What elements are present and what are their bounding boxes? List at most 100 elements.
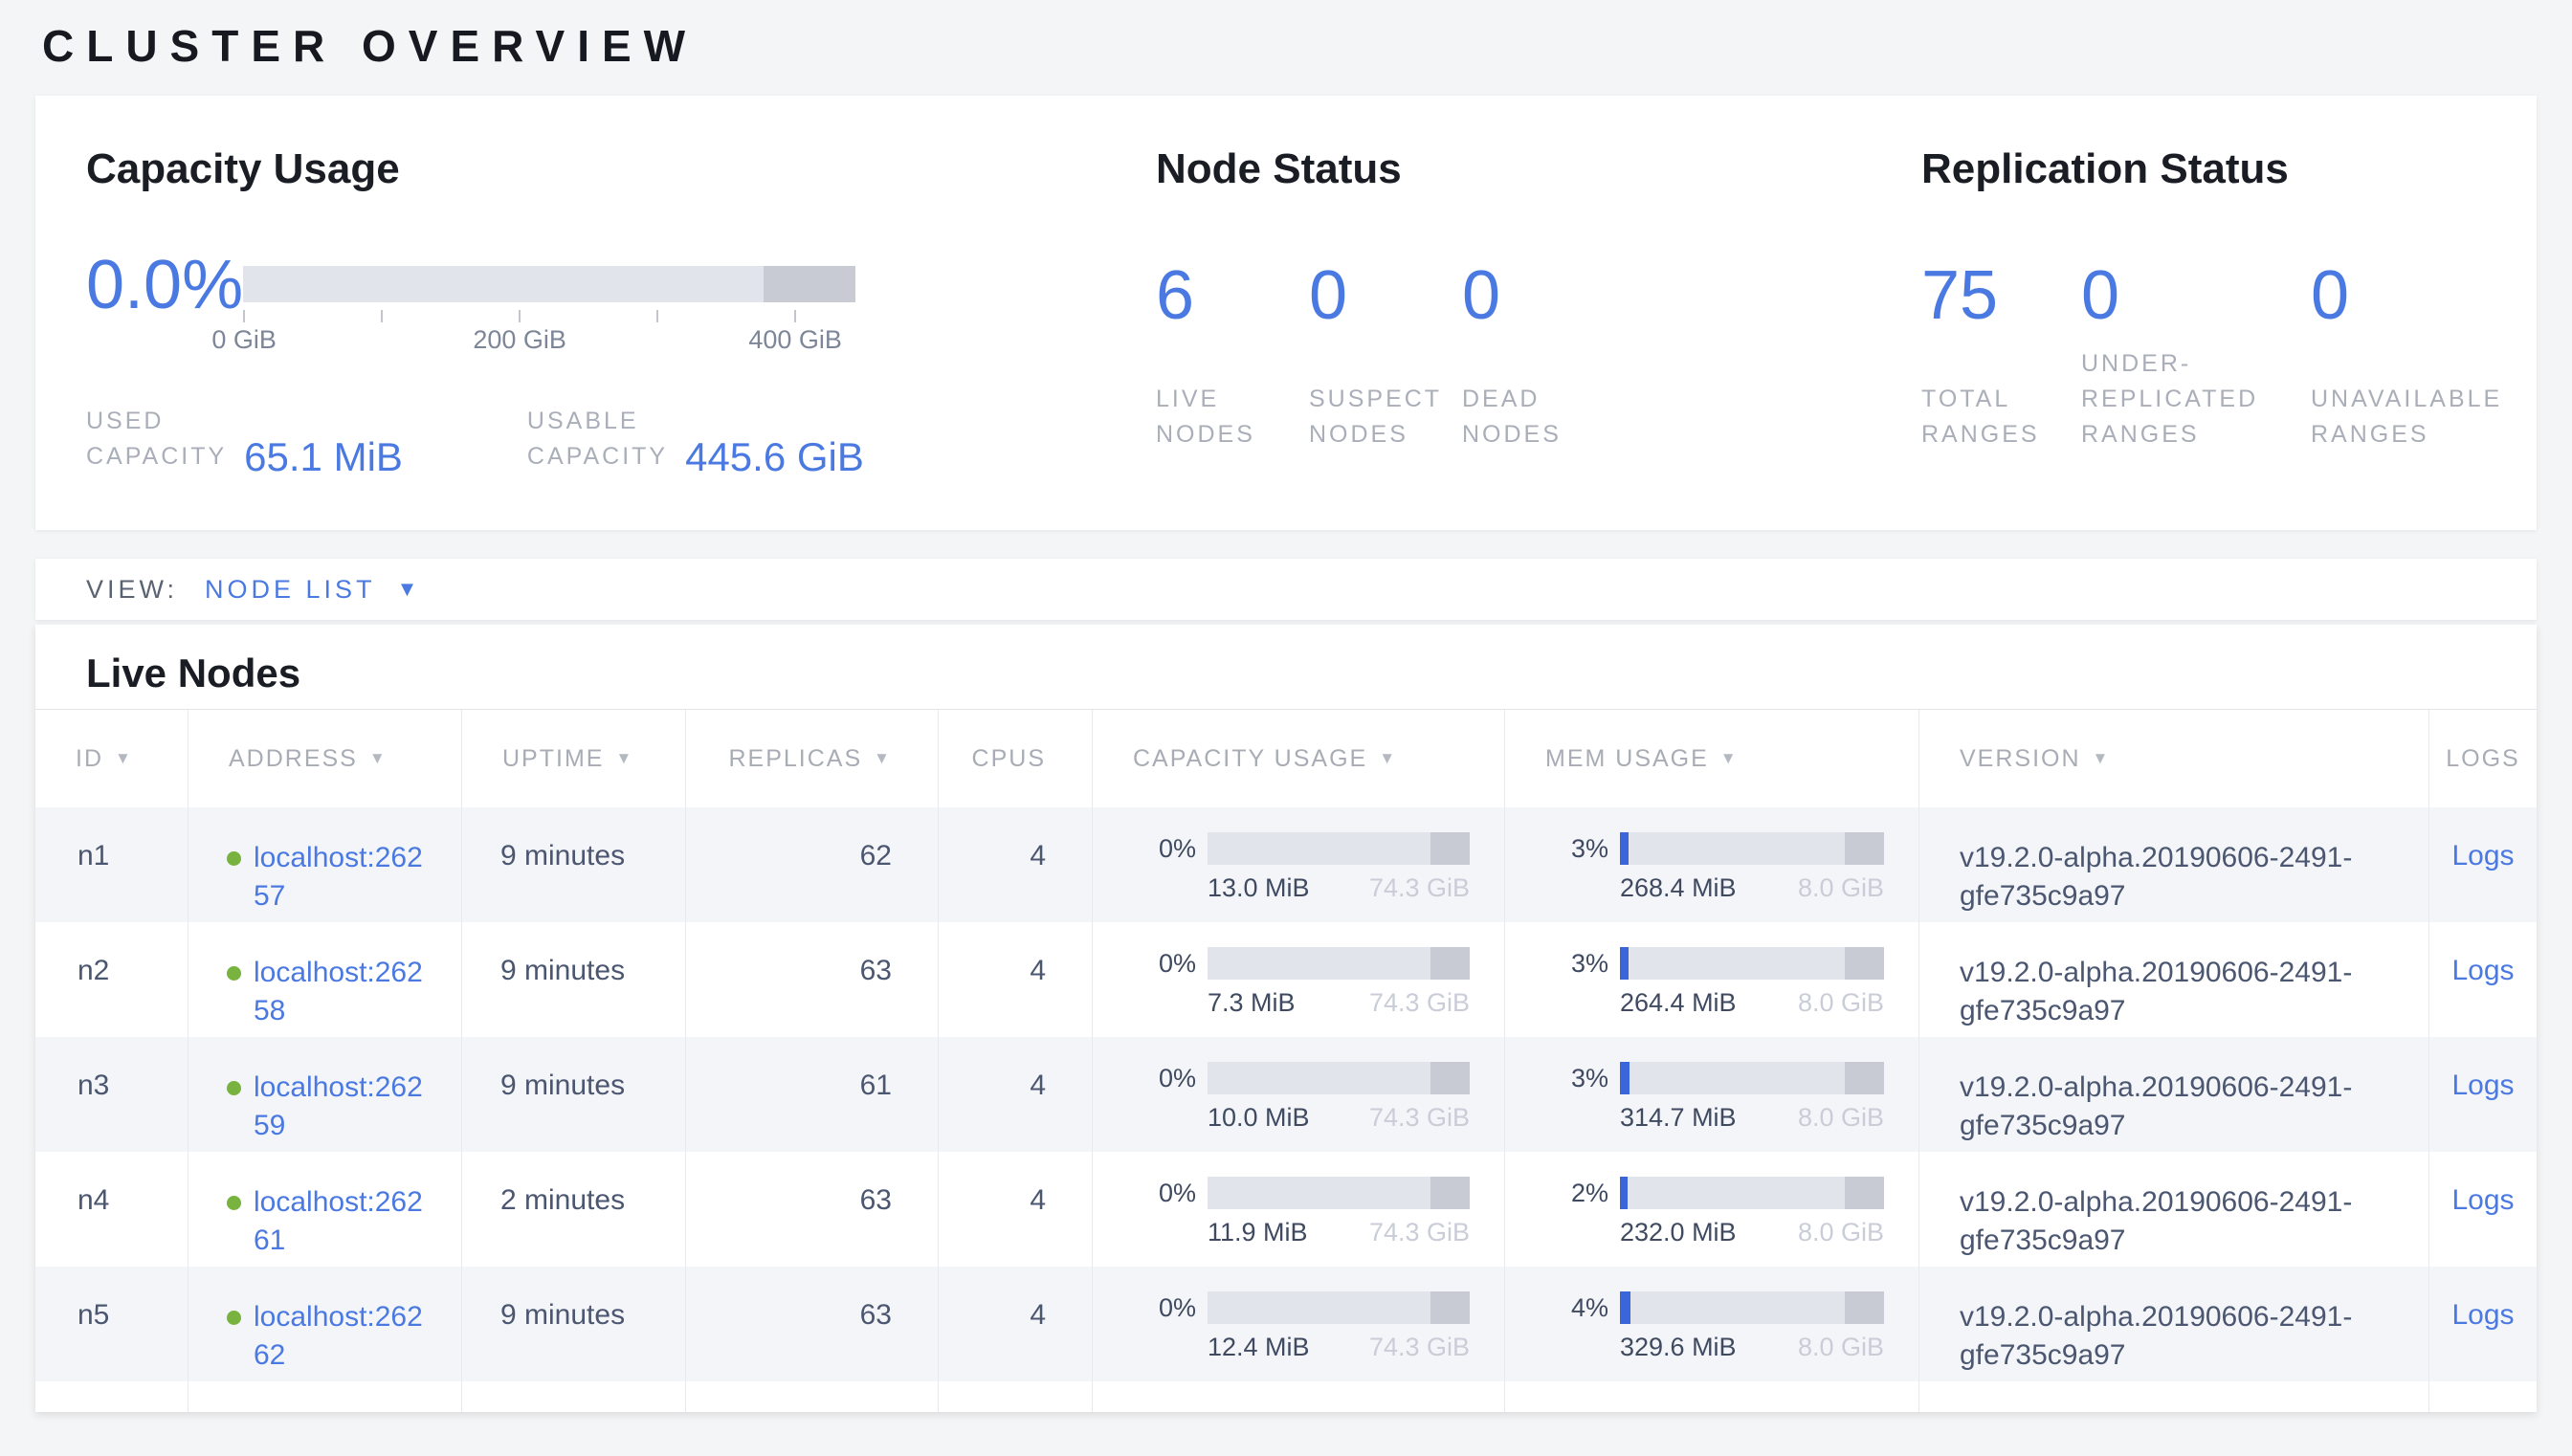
under-replicated-ranges-label: UNDER-REPLICATEDRANGES: [2081, 346, 2311, 452]
view-bar: VIEW: NODE LIST ▼: [35, 559, 2537, 620]
mem-bar-dark-segment: [1845, 832, 1884, 865]
axis-label-400gib: 400 GiB: [748, 325, 842, 355]
node-address-cell: localhost:262 61: [188, 1152, 462, 1267]
capacity-axis-labels: 0 GiB 200 GiB 400 GiB: [243, 325, 855, 356]
mem-percent: 3%: [1566, 834, 1608, 864]
view-label: VIEW:: [86, 575, 178, 605]
mem-usage-cell: 4% 329.6 MiB 8.0 GiB: [1505, 1267, 1919, 1381]
table-header-row: ID▼ ADDRESS▼ UPTIME▼ REPLICAS▼ CPUS CAPA…: [35, 709, 2537, 807]
column-header-replicas[interactable]: REPLICAS▼: [686, 710, 939, 807]
node-address-link[interactable]: localhost:262 57: [254, 839, 423, 922]
capacity-bar-dark-segment: [1430, 1291, 1470, 1324]
capacity-mini-bar: [1208, 832, 1470, 865]
mem-total-value: 8.0 GiB: [1798, 873, 1884, 903]
node-address-link[interactable]: localhost:262 62: [254, 1298, 423, 1381]
column-header-capacity-usage[interactable]: CAPACITY USAGE▼: [1093, 710, 1505, 807]
logs-cell: Logs: [2429, 1037, 2537, 1152]
node-status-section: Node Status 6 0 0 LIVENODES SUSPECTNODES…: [1156, 96, 1615, 452]
capacity-mini-bar: [1208, 1177, 1470, 1209]
node-address-link[interactable]: localhost:262 59: [254, 1069, 423, 1152]
capacity-total-value: 74.3 GiB: [1369, 1218, 1470, 1247]
node-list-dropdown[interactable]: NODE LIST ▼: [205, 575, 417, 605]
page-title: CLUSTER OVERVIEW: [42, 21, 2572, 71]
column-header-address[interactable]: ADDRESS▼: [188, 710, 462, 807]
under-replicated-ranges-count: 0: [2081, 259, 2311, 332]
logs-link[interactable]: Logs: [2451, 1184, 2514, 1216]
logs-link[interactable]: Logs: [2451, 1299, 2514, 1331]
replication-status-heading: Replication Status: [1921, 96, 2531, 193]
capacity-percent: 0%: [1154, 1179, 1196, 1208]
usable-capacity-label-line1: USABLE: [527, 404, 668, 439]
mem-bar-fill: [1620, 1291, 1630, 1324]
mem-percent: 4%: [1566, 1293, 1608, 1323]
mem-percent: 2%: [1566, 1179, 1608, 1208]
replicas-cell: 61: [686, 1037, 939, 1152]
column-header-id[interactable]: ID▼: [35, 710, 188, 807]
node-id-cell: n3: [35, 1037, 188, 1152]
capacity-total-value: 74.3 GiB: [1369, 988, 1470, 1018]
sort-desc-icon: ▼: [615, 749, 633, 768]
mem-usage-cell: 3% 314.7 MiB 8.0 GiB: [1505, 1037, 1919, 1152]
mem-usage-cell: 3% 264.4 MiB 8.0 GiB: [1505, 922, 1919, 1037]
usable-capacity-label-line2: CAPACITY: [527, 439, 668, 474]
capacity-used-value: 11.9 MiB: [1208, 1218, 1308, 1247]
mem-total-value: 8.0 GiB: [1798, 1218, 1884, 1247]
version-cell: v19.2.0-alpha.20190606-2491- gfe735c9a97: [1919, 1037, 2429, 1152]
mem-usage-cell: 2% 232.0 MiB 8.0 GiB: [1505, 1152, 1919, 1267]
node-status-heading: Node Status: [1156, 96, 1615, 193]
sort-desc-icon: ▼: [1379, 749, 1397, 768]
logs-link[interactable]: Logs: [2451, 840, 2514, 871]
capacity-bar-dark-segment: [1430, 1062, 1470, 1094]
used-capacity-metric: USED CAPACITY 65.1 MiB: [86, 404, 403, 474]
column-header-mem-usage[interactable]: MEM USAGE▼: [1505, 710, 1919, 807]
capacity-usage-cell: 0% 11.9 MiB 74.3 GiB: [1093, 1152, 1505, 1267]
capacity-total-value: 74.3 GiB: [1369, 1103, 1470, 1133]
mem-bar-dark-segment: [1845, 1062, 1884, 1094]
table-row: n3 localhost:262 59 9 minutes 61 4 0% 10…: [35, 1037, 2537, 1152]
mem-used-value: 314.7 MiB: [1620, 1103, 1737, 1133]
axis-label-0gib: 0 GiB: [211, 325, 277, 355]
capacity-bar-dark-segment: [1430, 947, 1470, 980]
mem-bar-fill: [1620, 1062, 1630, 1094]
live-nodes-label: LIVENODES: [1156, 382, 1309, 452]
version-cell: v19.2.0-alpha.20190606-2491- gfe735c9a97: [1919, 1267, 2429, 1381]
mem-used-value: 232.0 MiB: [1620, 1218, 1737, 1247]
node-address-link[interactable]: localhost:262 61: [254, 1183, 423, 1267]
mem-bar-fill: [1620, 947, 1629, 980]
table-row-partial: [35, 1381, 2537, 1412]
cluster-overview-page: CLUSTER OVERVIEW Capacity Usage 0.0% 0 G…: [0, 21, 2572, 1456]
live-nodes-heading: Live Nodes: [35, 625, 2537, 709]
capacity-total-value: 74.3 GiB: [1369, 873, 1470, 903]
capacity-usage-cell: 0% 10.0 MiB 74.3 GiB: [1093, 1037, 1505, 1152]
logs-link[interactable]: Logs: [2451, 1070, 2514, 1101]
mem-mini-bar: [1620, 832, 1884, 865]
summary-card: Capacity Usage 0.0% 0 GiB 200 GiB 400 Gi…: [35, 96, 2537, 530]
mem-usage-cell: 3% 268.4 MiB 8.0 GiB: [1505, 807, 1919, 922]
mem-mini-bar: [1620, 1291, 1884, 1324]
mem-bar-fill: [1620, 1177, 1628, 1209]
mem-bar-fill: [1620, 832, 1629, 865]
capacity-total-value: 74.3 GiB: [1369, 1333, 1470, 1362]
uptime-cell: 9 minutes: [462, 807, 686, 922]
node-address-cell: localhost:262 62: [188, 1267, 462, 1381]
capacity-percent-value: 0.0%: [86, 251, 243, 320]
sort-desc-icon: ▼: [1720, 749, 1739, 768]
unavailable-ranges-label: UNAVAILABLERANGES: [2311, 382, 2531, 452]
dead-nodes-count: 0: [1462, 259, 1615, 332]
dead-nodes-label: DEADNODES: [1462, 382, 1615, 452]
sort-desc-icon: ▼: [2093, 749, 2111, 768]
mem-mini-bar: [1620, 947, 1884, 980]
node-id-cell: n4: [35, 1152, 188, 1267]
column-header-cpus[interactable]: CPUS: [939, 710, 1093, 807]
column-header-uptime[interactable]: UPTIME▼: [462, 710, 686, 807]
live-status-dot-icon: [227, 1196, 241, 1210]
logs-link[interactable]: Logs: [2451, 955, 2514, 986]
column-header-version[interactable]: VERSION▼: [1919, 710, 2429, 807]
mem-used-value: 329.6 MiB: [1620, 1333, 1737, 1362]
node-id-cell: n2: [35, 922, 188, 1037]
capacity-bar-chart: 0 GiB 200 GiB 400 GiB: [243, 266, 855, 356]
live-status-dot-icon: [227, 851, 241, 866]
capacity-percent: 0%: [1154, 1064, 1196, 1093]
axis-label-200gib: 200 GiB: [473, 325, 566, 355]
node-address-link[interactable]: localhost:262 58: [254, 954, 423, 1037]
